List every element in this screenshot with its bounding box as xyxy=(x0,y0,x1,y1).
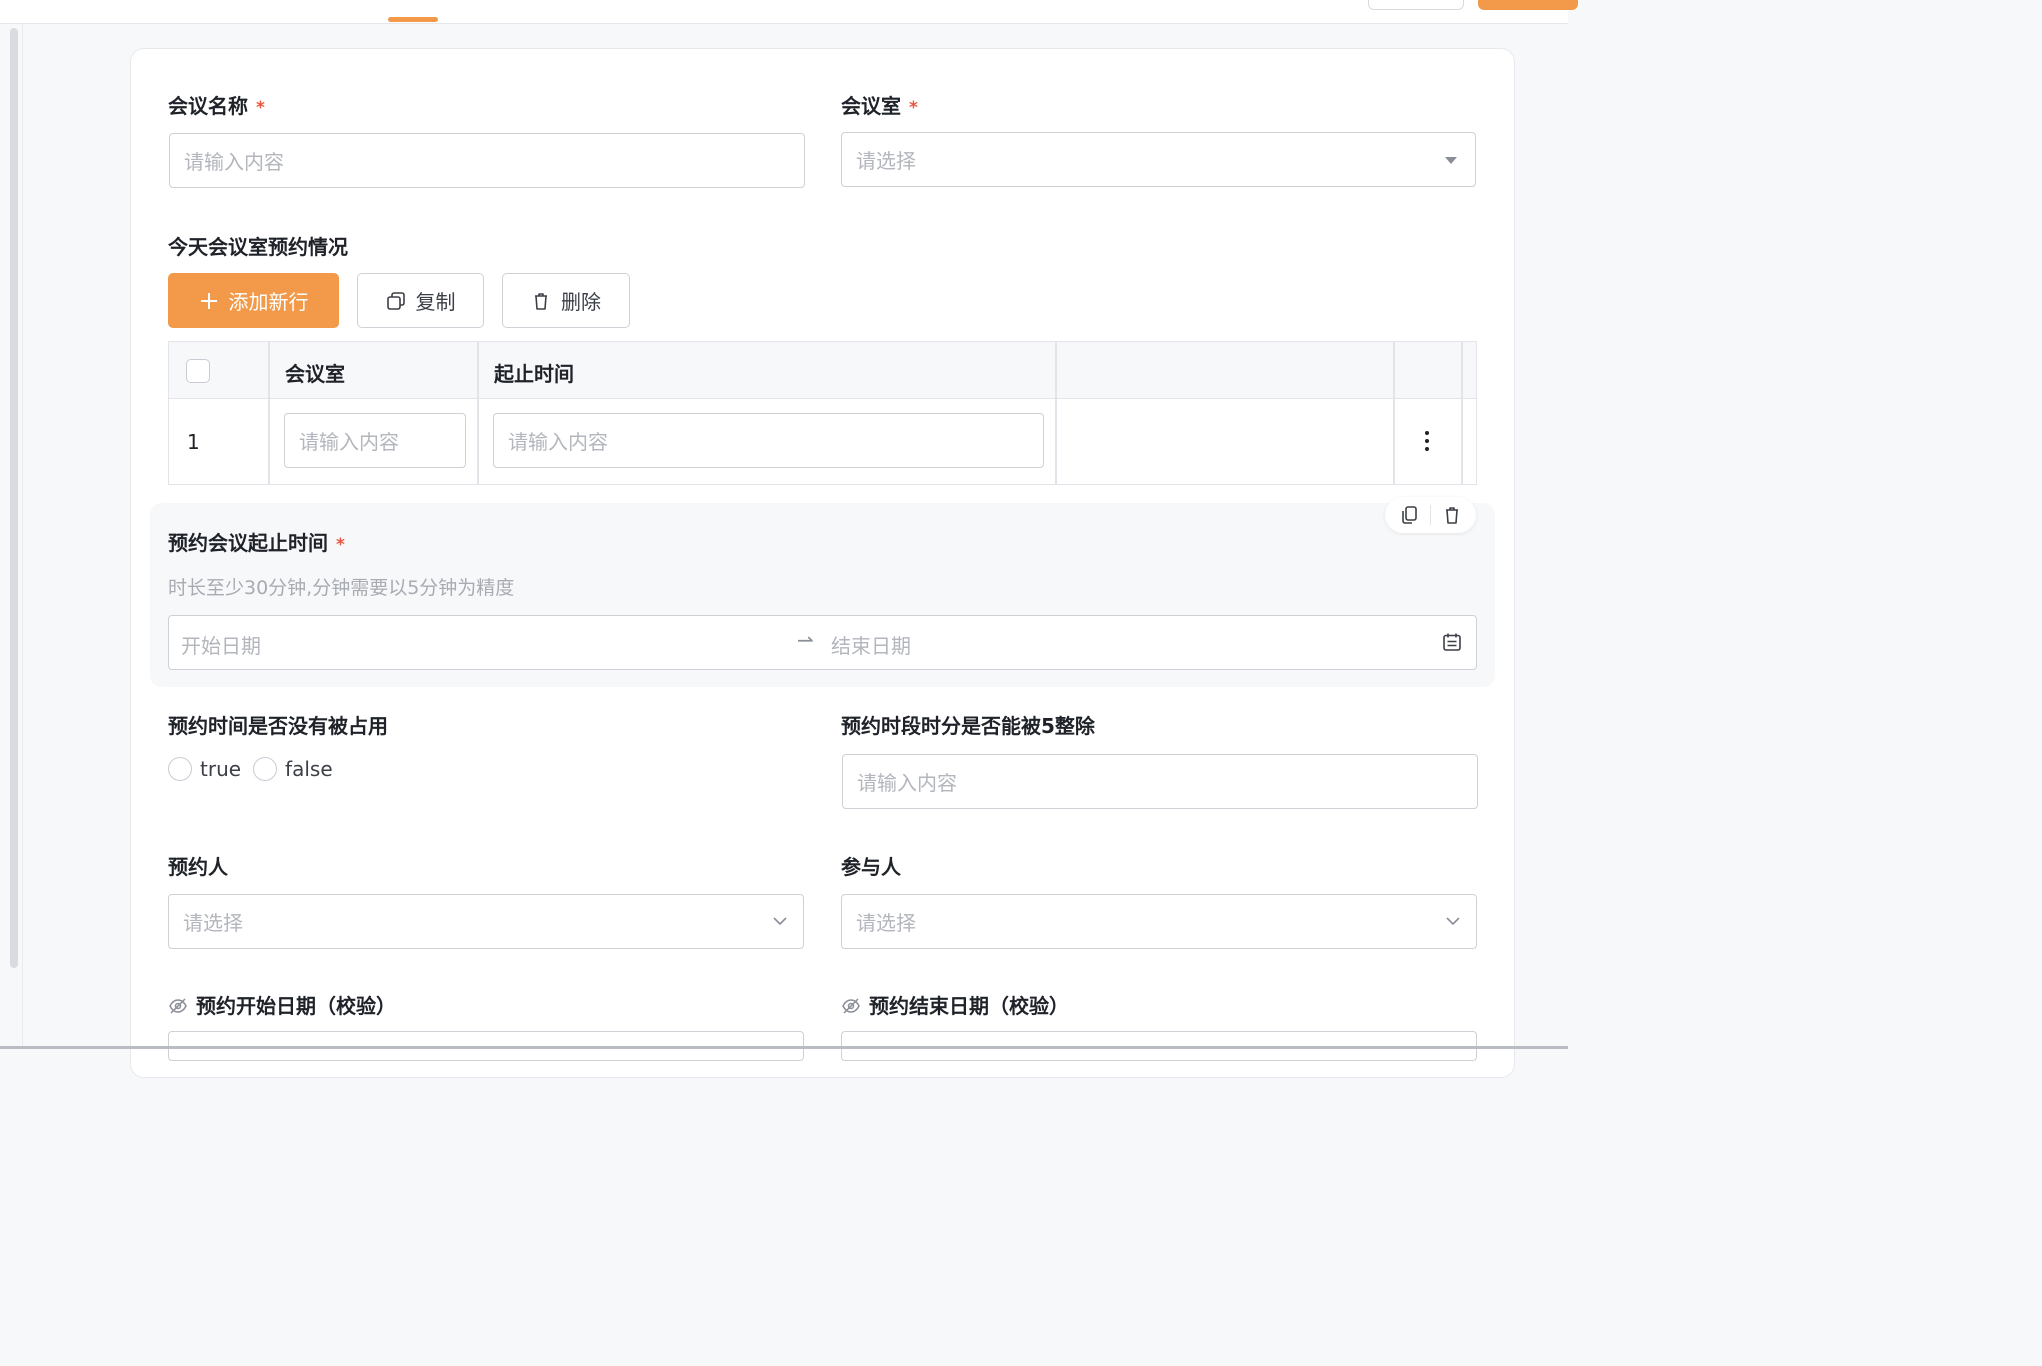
meeting-room-label: 会议室 * xyxy=(841,94,918,118)
participants-placeholder: 请选择 xyxy=(856,911,916,935)
required-mark: * xyxy=(909,98,918,118)
row-index: 1 xyxy=(187,430,200,454)
participants-label: 参与人 xyxy=(841,855,901,879)
radio-false-label: false xyxy=(285,757,333,781)
copy-icon xyxy=(386,291,405,310)
start-date-placeholder: 开始日期 xyxy=(181,634,261,658)
meeting-room-placeholder: 请选择 xyxy=(856,149,916,173)
add-row-button[interactable]: 添加新行 xyxy=(168,273,339,328)
plus-icon xyxy=(200,292,217,309)
trash-icon[interactable] xyxy=(1442,505,1462,525)
radio-circle[interactable] xyxy=(168,757,192,781)
copy-button[interactable]: 复制 xyxy=(357,273,484,328)
header-secondary-button[interactable] xyxy=(1368,0,1464,10)
booking-date-range-picker[interactable]: 开始日期 ⇀ 结束日期 xyxy=(168,615,1477,670)
row-actions-kebab-icon[interactable] xyxy=(1424,431,1430,453)
table-header: 会议室 起止时间 xyxy=(169,342,1476,399)
chevron-down-icon xyxy=(773,917,787,926)
delete-label: 删除 xyxy=(561,290,601,314)
radio-false[interactable]: false xyxy=(253,757,333,781)
eye-off-icon xyxy=(842,998,860,1014)
divisible-by-5-placeholder: 请输入内容 xyxy=(857,771,957,795)
not-occupied-label: 预约时间是否没有被占用 xyxy=(168,714,388,738)
meeting-name-input[interactable]: 请输入内容 xyxy=(169,133,805,188)
trash-icon xyxy=(535,292,547,310)
meeting-name-label: 会议名称 * xyxy=(168,94,265,118)
participants-select[interactable]: 请选择 xyxy=(841,894,1477,949)
divider xyxy=(22,24,23,1049)
calendar-icon xyxy=(1443,633,1461,651)
copy-label: 复制 xyxy=(415,290,456,314)
start-date-check-label: 预约开始日期（校验） xyxy=(168,990,396,1019)
divisible-by-5-input[interactable]: 请输入内容 xyxy=(842,754,1478,809)
top-bar xyxy=(0,0,1578,24)
booking-time-hint: 时长至少30分钟,分钟需要以5分钟为精度 xyxy=(168,577,515,599)
required-mark: * xyxy=(336,535,345,555)
divisible-by-5-label: 预约时段时分是否能被5整除 xyxy=(841,714,1095,738)
row-time-input[interactable]: 请输入内容 xyxy=(493,413,1044,468)
not-occupied-radio-group: true false xyxy=(168,757,333,781)
window-bottom-edge xyxy=(0,1046,1568,1049)
active-tab-indicator xyxy=(388,17,438,22)
booking-time-label: 预约会议起止时间 * xyxy=(168,531,345,555)
bookings-table: 会议室 起止时间 1 请输入内容 请输入内容 xyxy=(168,341,1477,485)
select-all-checkbox[interactable] xyxy=(186,359,210,383)
chevron-down-icon xyxy=(1446,917,1460,926)
booker-label: 预约人 xyxy=(168,855,228,879)
today-bookings-label: 今天会议室预约情况 xyxy=(168,235,348,259)
radio-true-label: true xyxy=(200,757,242,781)
range-separator: ⇀ xyxy=(797,628,814,652)
section-actions xyxy=(1385,497,1476,533)
column-header-time: 起止时间 xyxy=(494,362,574,386)
radio-circle[interactable] xyxy=(253,757,278,781)
end-date-check-label: 预约结束日期（校验） xyxy=(841,990,1069,1019)
booker-select[interactable]: 请选择 xyxy=(168,894,804,949)
meeting-room-select[interactable]: 请选择 xyxy=(841,132,1476,187)
row-room-input[interactable]: 请输入内容 xyxy=(284,413,466,468)
row-room-placeholder: 请输入内容 xyxy=(299,430,399,454)
end-date-placeholder: 结束日期 xyxy=(831,634,911,658)
required-mark: * xyxy=(256,98,265,118)
copy-icon[interactable] xyxy=(1399,505,1419,525)
radio-true[interactable]: true xyxy=(168,757,241,781)
header-primary-button[interactable] xyxy=(1478,0,1578,10)
vertical-scrollbar[interactable] xyxy=(10,28,18,968)
eye-off-icon xyxy=(169,998,187,1014)
row-time-placeholder: 请输入内容 xyxy=(508,430,608,454)
meeting-name-placeholder: 请输入内容 xyxy=(184,150,284,174)
booker-placeholder: 请选择 xyxy=(183,911,243,935)
add-row-label: 添加新行 xyxy=(228,290,309,314)
caret-down-icon xyxy=(1445,157,1457,164)
delete-button[interactable]: 删除 xyxy=(502,273,630,328)
column-header-room: 会议室 xyxy=(285,362,345,386)
